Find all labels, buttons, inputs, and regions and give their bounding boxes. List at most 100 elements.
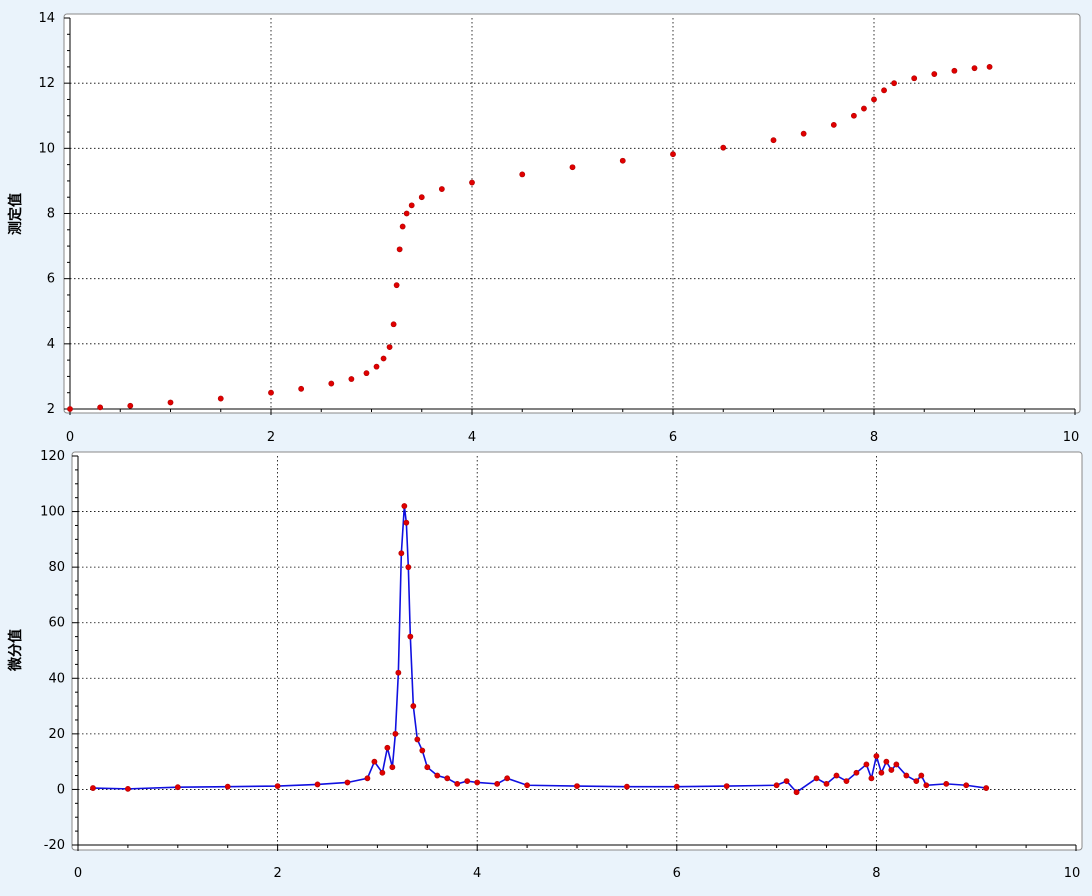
data-point — [830, 121, 837, 128]
data-point — [224, 783, 231, 790]
data-point — [125, 785, 131, 792]
data-point — [414, 736, 421, 743]
data-point — [469, 179, 475, 186]
data-point — [407, 633, 414, 640]
y-tick-label: 2 — [47, 402, 55, 417]
data-point — [951, 67, 958, 74]
data-point — [574, 783, 580, 789]
y-tick-label: 20 — [48, 727, 65, 742]
data-point — [823, 780, 830, 787]
data-point — [401, 503, 408, 509]
data-point — [127, 402, 134, 409]
data-point — [398, 550, 405, 557]
data-point — [918, 772, 925, 779]
data-point — [403, 519, 410, 526]
data-point — [986, 63, 993, 70]
data-point — [504, 775, 511, 782]
y-tick-label: 4 — [47, 337, 55, 352]
data-point — [344, 779, 351, 786]
data-point — [405, 564, 412, 571]
chart-panel-1: 0 2 4 6 8 102468101214测定值 — [7, 11, 1081, 445]
x-tick-label: 0 — [74, 866, 82, 881]
data-point — [167, 399, 174, 406]
data-point — [298, 385, 305, 392]
data-point — [454, 780, 461, 787]
data-point — [813, 775, 820, 782]
x-tick-label: 10 — [1063, 430, 1080, 445]
data-point — [800, 130, 807, 137]
data-point — [619, 157, 626, 164]
data-point — [174, 784, 181, 791]
data-point — [670, 151, 676, 158]
x-tick-label: 8 — [872, 866, 880, 881]
y-tick-label: 10 — [38, 141, 55, 156]
data-point — [773, 782, 780, 789]
data-point — [438, 186, 445, 192]
data-point — [314, 781, 321, 788]
x-tick-label: 2 — [267, 430, 275, 445]
data-point — [971, 65, 978, 72]
data-point — [403, 210, 410, 217]
data-point — [891, 80, 897, 87]
data-point — [883, 758, 890, 765]
data-point — [903, 772, 910, 779]
data-point — [720, 144, 727, 151]
y-tick-label: 120 — [40, 449, 65, 464]
data-point — [348, 376, 355, 382]
data-point — [363, 370, 370, 377]
data-point — [464, 778, 471, 784]
data-point — [843, 778, 850, 784]
data-point — [833, 772, 840, 779]
x-tick-label: 6 — [669, 430, 677, 445]
y-tick-label: 0 — [57, 782, 65, 797]
chart-window: 0 2 4 6 8 10 2 4 6 8 10 12 14 测定值 0 2 4 6 8 10 -20 0 20 40 60 80 1… — [0, 0, 1092, 896]
data-point — [371, 758, 378, 765]
data-point — [963, 782, 970, 789]
data-point — [379, 769, 386, 776]
data-point — [418, 194, 425, 201]
data-point — [863, 761, 870, 768]
data-point — [328, 380, 335, 387]
data-point — [396, 246, 403, 253]
data-point — [217, 395, 224, 402]
x-tick-label: 4 — [468, 430, 476, 445]
data-point — [851, 112, 857, 119]
data-point — [911, 75, 918, 82]
y-tick-label: 6 — [47, 272, 55, 287]
data-point — [873, 753, 880, 759]
y-tick-label: 100 — [40, 505, 65, 520]
y-axis-label: 测定值 — [7, 193, 24, 235]
data-point — [399, 223, 406, 230]
x-tick-label: 2 — [273, 866, 281, 881]
data-point — [393, 282, 400, 289]
y-tick-label: -20 — [44, 838, 65, 853]
y-tick-label: 80 — [48, 560, 65, 575]
data-point — [380, 355, 387, 362]
data-point — [410, 703, 417, 709]
y-tick-label: 60 — [48, 616, 65, 631]
data-point — [494, 780, 501, 787]
data-point — [408, 202, 415, 209]
data-point — [853, 769, 860, 776]
data-point — [569, 164, 576, 171]
data-point — [893, 761, 900, 768]
data-point — [931, 71, 938, 77]
data-point — [913, 778, 920, 784]
plot-area — [63, 13, 1081, 414]
data-point — [793, 789, 800, 796]
y-tick-label: 40 — [48, 671, 65, 686]
data-point — [624, 783, 630, 790]
data-point — [723, 783, 730, 789]
data-point — [90, 785, 96, 791]
data-point — [878, 769, 885, 776]
data-point — [770, 137, 777, 144]
y-tick-label: 8 — [47, 207, 55, 222]
data-point — [364, 775, 371, 782]
data-point — [519, 171, 526, 178]
data-point — [390, 321, 397, 328]
data-point — [783, 778, 790, 784]
data-point — [424, 764, 431, 771]
data-point — [888, 767, 895, 773]
data-point — [419, 747, 426, 754]
data-point — [384, 744, 391, 751]
